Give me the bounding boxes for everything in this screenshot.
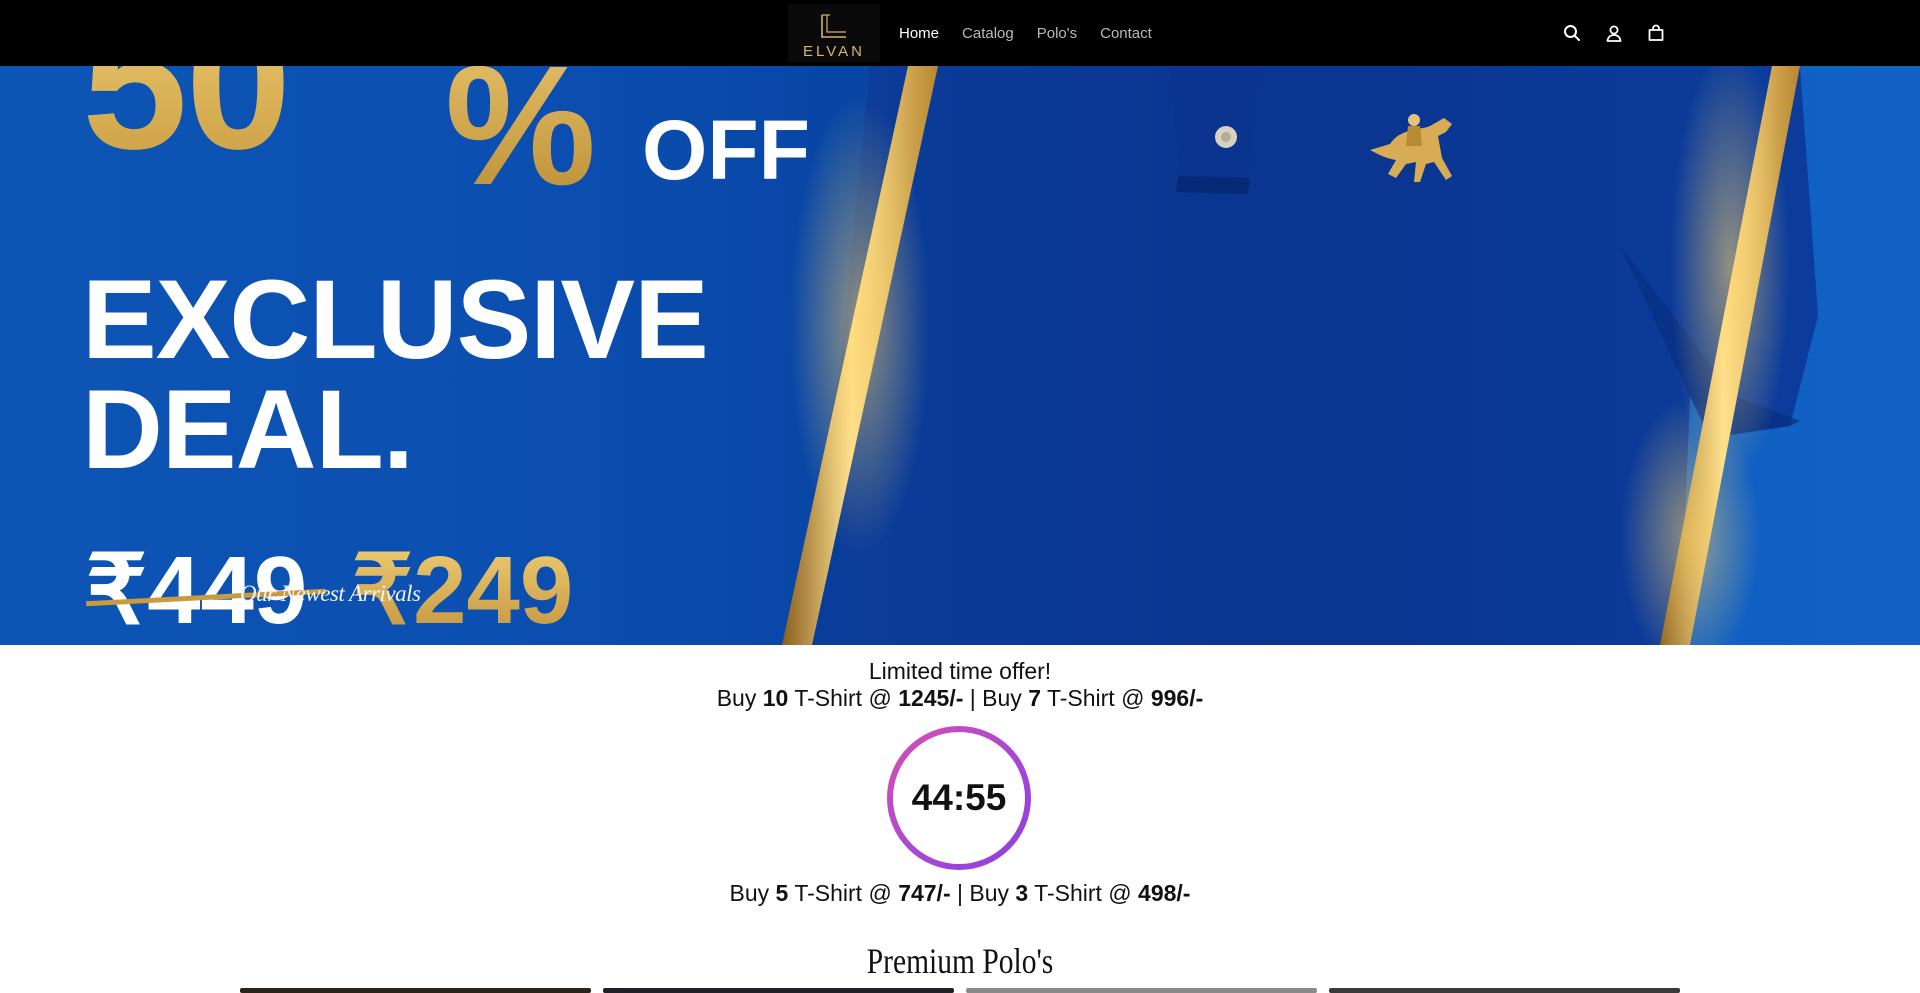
- offer-price: 747/-: [898, 880, 951, 906]
- countdown-timer-face: 44:55: [893, 732, 1025, 864]
- nav-catalog[interactable]: Catalog: [962, 25, 1014, 42]
- offer-price: 996/-: [1150, 685, 1204, 711]
- offer-line-1: Buy 10 T-Shirt @ 1245/- | Buy 7 T-Shirt …: [0, 685, 1920, 712]
- hero-headline-line-2: DEAL.: [82, 367, 414, 492]
- offer-quantity: 3: [1015, 880, 1029, 906]
- product-grid: [240, 988, 1692, 993]
- logo-text: ELVAN: [803, 43, 865, 60]
- nav-polos[interactable]: Polo's: [1037, 25, 1077, 42]
- offer-text: T-Shirt @: [788, 880, 899, 906]
- offer-text: Buy: [716, 685, 763, 711]
- countdown-value: 44:55: [911, 777, 1007, 818]
- account-button[interactable]: [1602, 21, 1626, 45]
- offer-price: 498/-: [1138, 880, 1191, 906]
- logo-mark-icon: [821, 14, 846, 38]
- offer-text: T-Shirt @: [788, 685, 899, 711]
- product-card[interactable]: [966, 988, 1317, 993]
- nav-home[interactable]: Home: [899, 25, 939, 42]
- offer-quantity: 10: [762, 685, 789, 711]
- nav-contact[interactable]: Contact: [1100, 25, 1152, 42]
- product-card[interactable]: [1329, 988, 1680, 993]
- cart-button[interactable]: [1644, 21, 1668, 45]
- site-header: ELVAN Home Catalog Polo's Contact: [0, 0, 1920, 66]
- hero-discount-off: OFF: [642, 103, 810, 197]
- offer-text: T-Shirt @: [1040, 685, 1151, 711]
- section-title-premium-polos: Premium Polo's: [866, 941, 1054, 981]
- header-actions: [1560, 21, 1686, 45]
- offer-separator: | Buy: [963, 685, 1029, 711]
- search-icon: [1564, 25, 1580, 41]
- offer-price: 1245/-: [898, 685, 964, 711]
- offer-quantity: 5: [775, 880, 789, 906]
- product-card[interactable]: [240, 988, 591, 993]
- hero-banner[interactable]: 50 % OFF EXCLUSIVE DEAL. ₹449 ₹249 Our N…: [0, 66, 1920, 645]
- product-card[interactable]: [603, 988, 954, 993]
- search-button[interactable]: [1560, 21, 1584, 45]
- offer-title: Limited time offer!: [868, 658, 1052, 684]
- offer-quantity: 7: [1028, 685, 1041, 711]
- main-nav: Home Catalog Polo's Contact: [899, 0, 1175, 66]
- hero-discount-percent: %: [445, 66, 596, 224]
- offer-separator: | Buy: [950, 880, 1016, 906]
- site-logo[interactable]: ELVAN: [788, 4, 880, 62]
- account-icon: [1606, 25, 1622, 42]
- cart-icon: [1648, 24, 1664, 41]
- offer-text: T-Shirt @: [1028, 880, 1139, 906]
- countdown-timer: 44:55: [887, 726, 1031, 870]
- hero-discount-number: 50: [82, 66, 291, 192]
- offer-line-2: Buy 5 T-Shirt @ 747/- | Buy 3 T-Shirt @ …: [0, 880, 1920, 907]
- offer-text: Buy: [729, 880, 776, 906]
- hero-caption: Our Newest Arrivals: [240, 581, 421, 606]
- hero-headline-line-1: EXCLUSIVE: [82, 257, 709, 382]
